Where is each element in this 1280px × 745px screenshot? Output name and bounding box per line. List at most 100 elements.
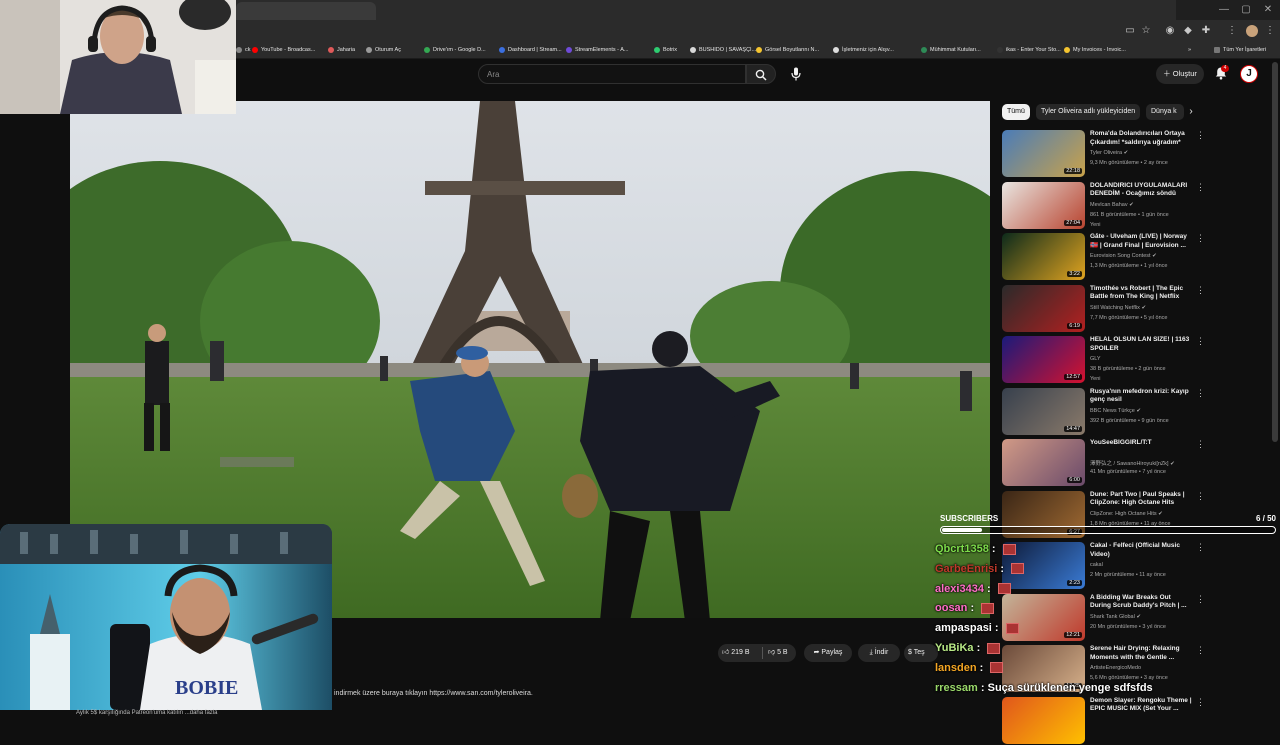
more-actions-icon[interactable]: ⋮ bbox=[1196, 233, 1205, 244]
search-box[interactable] bbox=[478, 64, 746, 84]
cast-icon[interactable]: ▭ bbox=[1124, 25, 1136, 37]
video-title[interactable]: Timothée vs Robert | The Epic Battle fro… bbox=[1090, 285, 1192, 302]
account-avatar[interactable]: J bbox=[1240, 65, 1258, 83]
video-duration: 22:18 bbox=[1064, 168, 1082, 174]
channel-name[interactable]: Mevlcan Bahav ✔ bbox=[1090, 202, 1134, 208]
bookmark-item[interactable]: YouTube - Broadcas... bbox=[252, 42, 315, 58]
all-bookmarks[interactable]: Tüm Yer İşaretleri bbox=[1214, 42, 1266, 58]
download-button[interactable]: ⤓ İndir bbox=[858, 644, 900, 662]
bookmark-item[interactable]: StreamElements - A... bbox=[566, 42, 629, 58]
video-title[interactable]: HELAL OLSUN LAN SİZE! | 1163 SPOILER bbox=[1090, 336, 1192, 353]
more-actions-icon[interactable]: ⋮ bbox=[1196, 439, 1205, 450]
recommendation-item[interactable]: 14:47 Rusya'nın mefedron krizi: Kayıp gen… bbox=[1002, 387, 1272, 436]
video-title[interactable]: Gåte - Ulveham (LIVE) | Norway 🇳🇴 | Gran… bbox=[1090, 233, 1192, 250]
bookmark-item[interactable]: Görsel Boyutlarını N... bbox=[756, 42, 819, 58]
share-button[interactable]: ➦ Paylaş bbox=[804, 644, 852, 662]
video-title[interactable]: DOLANDIRICI UYGULAMALARI DENEDİM - Ocağı… bbox=[1090, 182, 1192, 199]
chip-all[interactable]: Tümü bbox=[1002, 104, 1030, 120]
bookmark-item[interactable]: Mühimmat Kutuları... bbox=[921, 42, 981, 58]
extension-icon[interactable]: ◉ bbox=[1164, 25, 1176, 37]
extension-icon[interactable]: ◆ bbox=[1182, 25, 1194, 37]
video-title[interactable]: YouSeeBIGGIRL/T:T bbox=[1090, 439, 1192, 448]
video-title[interactable]: A Bidding War Breaks Out During Scrub Da… bbox=[1090, 594, 1192, 611]
recommendation-item[interactable]: 6:00 YouSeeBIGGIRL/T:T 澤野弘之 / SawanoHiroyu… bbox=[1002, 439, 1272, 487]
channel-name[interactable]: 澤野弘之 / SawanoHiroyuki[nZk] ✔ bbox=[1090, 459, 1175, 467]
recommendation-item[interactable]: 12:57 HELAL OLSUN LAN SİZE! | 1163 SPOILE… bbox=[1002, 336, 1272, 384]
recommendation-item[interactable]: 22:18 Roma'da Dolandırıcıları Ortaya Çıka… bbox=[1002, 130, 1272, 178]
video-thumbnail[interactable]: 3:22 bbox=[1002, 233, 1085, 280]
dislike-button[interactable]: 👎︎ 5 B bbox=[768, 644, 788, 662]
more-actions-icon[interactable]: ⋮ bbox=[1196, 336, 1205, 347]
channel-name[interactable]: ClipZone: High Octane Hits ✔ bbox=[1090, 511, 1163, 517]
browser-tab-active[interactable] bbox=[236, 2, 376, 20]
description-more[interactable]: Aylık 5$ karşılığında Patreon'uma katılı… bbox=[76, 710, 217, 716]
channel-name[interactable]: cakal bbox=[1090, 562, 1103, 568]
menu-icon[interactable]: ⋮ bbox=[1226, 25, 1238, 37]
profile-avatar[interactable] bbox=[1246, 25, 1258, 37]
video-title[interactable]: Rusya'nın mefedron krizi: Kayıp genç nes… bbox=[1090, 388, 1192, 405]
video-title[interactable]: Cakal - Felfeci (Official Music Video) bbox=[1090, 542, 1192, 559]
recommendation-item[interactable]: 2:23 Cakal - Felfeci (Official Music Vide… bbox=[1002, 542, 1272, 590]
video-title[interactable]: Roma'da Dolandırıcıları Ortaya Çıkardım!… bbox=[1090, 130, 1192, 147]
more-actions-icon[interactable]: ⋮ bbox=[1196, 491, 1205, 502]
bookmark-item[interactable]: My Invoices - Invoic... bbox=[1064, 42, 1126, 58]
recommendation-item[interactable]: 3:22 Gåte - Ulveham (LIVE) | Norway 🇳🇴 | … bbox=[1002, 233, 1272, 281]
more-actions-icon[interactable]: ⋮ bbox=[1196, 388, 1205, 399]
more-actions-icon[interactable]: ⋮ bbox=[1196, 645, 1205, 656]
channel-name[interactable]: ArtisteEnergicoMedo bbox=[1090, 665, 1141, 671]
minimize-icon[interactable]: — bbox=[1214, 3, 1234, 17]
video-thumbnail[interactable]: 14:47 bbox=[1002, 387, 1085, 435]
maximize-icon[interactable]: ▢ bbox=[1236, 3, 1256, 17]
more-actions-icon[interactable]: ⋮ bbox=[1196, 542, 1205, 553]
video-thumbnail[interactable]: 6:00 bbox=[1002, 439, 1085, 486]
bookmark-item[interactable]: Jaharia bbox=[328, 42, 355, 58]
video-thumbnail[interactable]: 27:04 bbox=[1002, 181, 1085, 229]
chip-uploader[interactable]: Tyler Oliveira adlı yükleyiciden bbox=[1036, 104, 1141, 120]
bookmark-item[interactable]: İşletmeniz için Alışv... bbox=[833, 42, 894, 58]
like-button[interactable]: 👍︎ 219 B bbox=[722, 644, 750, 662]
bookmark-item[interactable]: ikas - Enter Your Sto... bbox=[997, 42, 1061, 58]
chip-world[interactable]: Dünya k bbox=[1146, 104, 1184, 120]
bookmark-item[interactable]: Drive'ım - Google D... bbox=[424, 42, 486, 58]
more-actions-icon[interactable]: ⋮ bbox=[1196, 594, 1205, 605]
video-thumbnail[interactable]: 12:57 bbox=[1002, 336, 1085, 383]
more-actions-icon[interactable]: ⋮ bbox=[1196, 182, 1205, 193]
video-thumbnail[interactable]: 22:18 bbox=[1002, 130, 1085, 177]
bookmark-item[interactable]: Botrix bbox=[654, 42, 677, 58]
star-icon[interactable]: ☆ bbox=[1140, 25, 1152, 37]
bookmark-item[interactable]: Dashboard | Stream... bbox=[499, 42, 562, 58]
kebab-icon[interactable]: ⋮ bbox=[1264, 25, 1276, 37]
video-thumbnail[interactable]: 6:19 bbox=[1002, 284, 1085, 332]
channel-name[interactable]: Tyler Oliveira ✔ bbox=[1090, 150, 1128, 156]
channel-name[interactable]: Still Watching Netflix ✔ bbox=[1090, 305, 1146, 311]
voice-search-button[interactable] bbox=[786, 64, 806, 84]
video-title[interactable]: Demon Slayer: Rengoku Theme | EPIC MUSIC… bbox=[1090, 697, 1192, 714]
search-input[interactable]: Ara bbox=[487, 70, 499, 79]
recommendation-item[interactable]: 12:21 A Bidding War Breaks Out During Scr… bbox=[1002, 593, 1272, 642]
bookmark-item[interactable]: BUSHIDO | SAVAŞÇI... bbox=[690, 42, 756, 58]
channel-name[interactable]: Eurovision Song Contest ✔ bbox=[1090, 253, 1157, 259]
more-actions-icon[interactable]: ⋮ bbox=[1196, 285, 1205, 296]
puzzle-icon[interactable]: ✚ bbox=[1200, 25, 1212, 37]
channel-name[interactable]: GLY bbox=[1090, 356, 1101, 362]
video-title[interactable]: Dune: Part Two | Paul Speaks | ClipZone:… bbox=[1090, 491, 1192, 508]
chevron-right-icon[interactable]: › bbox=[1184, 104, 1198, 120]
video-meta: 1,3 Mn görüntüleme • 1 yıl önce bbox=[1090, 263, 1168, 269]
recommendation-item[interactable]: 6:19 Timothée vs Robert | The Epic Battle… bbox=[1002, 284, 1272, 333]
more-actions-icon[interactable]: ⋮ bbox=[1196, 130, 1205, 141]
thanks-button[interactable]: $ Teş bbox=[904, 644, 938, 662]
video-title[interactable]: Serene Hair Drying: Relaxing Moments wit… bbox=[1090, 645, 1192, 662]
scrollbar[interactable] bbox=[1272, 62, 1278, 442]
close-icon[interactable]: ✕ bbox=[1258, 3, 1278, 17]
create-button[interactable]: ＋ Oluştur bbox=[1156, 64, 1204, 84]
bookmark-item[interactable]: Oturum Aç bbox=[366, 42, 401, 58]
recommendation-item[interactable]: 27:04 DOLANDIRICI UYGULAMALARI DENEDİM - … bbox=[1002, 181, 1272, 230]
bookmark-item[interactable]: ck bbox=[236, 42, 251, 58]
channel-name[interactable]: BBC News Türkçe ✔ bbox=[1090, 408, 1141, 414]
channel-name[interactable]: Shark Tank Global ✔ bbox=[1090, 614, 1141, 620]
recommendation-item[interactable]: Demon Slayer: Rengoku Theme | EPIC MUSIC… bbox=[1002, 696, 1272, 745]
bookmark-chevron-icon[interactable]: » bbox=[1188, 42, 1191, 58]
video-thumbnail[interactable] bbox=[1002, 696, 1085, 744]
more-actions-icon[interactable]: ⋮ bbox=[1196, 697, 1205, 708]
search-button[interactable] bbox=[746, 64, 776, 84]
